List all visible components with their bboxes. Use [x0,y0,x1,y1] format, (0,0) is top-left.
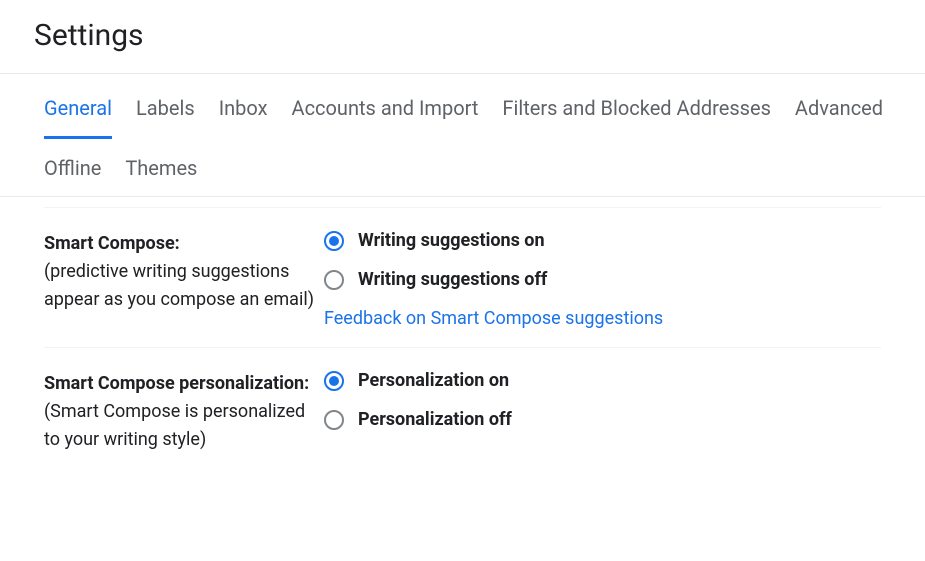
setting-label: Smart Compose: (predictive writing sugge… [44,230,324,314]
option-label: Writing suggestions off [358,269,547,290]
setting-smart-compose: Smart Compose: (predictive writing sugge… [44,208,881,348]
tab-filters-and-blocked-addresses[interactable]: Filters and Blocked Addresses [502,88,771,138]
page-title: Settings [0,0,925,73]
setting-title: Smart Compose personalization: [44,373,309,394]
setting-description: (predictive writing suggestions appear a… [44,261,314,310]
option-personalization-off[interactable]: Personalization off [324,409,881,430]
radio-unchecked-icon [324,410,344,430]
radio-checked-icon [324,371,344,391]
settings-body: Smart Compose: (predictive writing sugge… [0,207,925,472]
option-writing-suggestions-on[interactable]: Writing suggestions on [324,230,881,251]
tab-offline[interactable]: Offline [44,148,101,196]
radio-unchecked-icon [324,270,344,290]
setting-smart-compose-personalization: Smart Compose personalization: (Smart Co… [44,348,881,472]
tab-inbox[interactable]: Inbox [219,88,268,138]
radio-checked-icon [324,231,344,251]
tab-accounts-and-import[interactable]: Accounts and Import [292,88,479,138]
settings-tabs: General Labels Inbox Accounts and Import… [0,74,925,197]
option-personalization-on[interactable]: Personalization on [324,370,881,391]
option-writing-suggestions-off[interactable]: Writing suggestions off [324,269,881,290]
tab-labels[interactable]: Labels [136,88,195,138]
setting-options: Personalization on Personalization off [324,370,881,438]
option-label: Writing suggestions on [358,230,545,251]
option-label: Personalization on [358,370,509,391]
setting-title: Smart Compose: [44,233,180,254]
tab-general[interactable]: General [44,88,112,139]
option-label: Personalization off [358,409,512,430]
tab-themes[interactable]: Themes [125,148,197,196]
setting-label: Smart Compose personalization: (Smart Co… [44,370,324,454]
setting-description: (Smart Compose is personalized to your w… [44,401,305,450]
tab-advanced[interactable]: Advanced [795,88,883,138]
setting-options: Writing suggestions on Writing suggestio… [324,230,881,329]
feedback-link[interactable]: Feedback on Smart Compose suggestions [324,308,881,329]
